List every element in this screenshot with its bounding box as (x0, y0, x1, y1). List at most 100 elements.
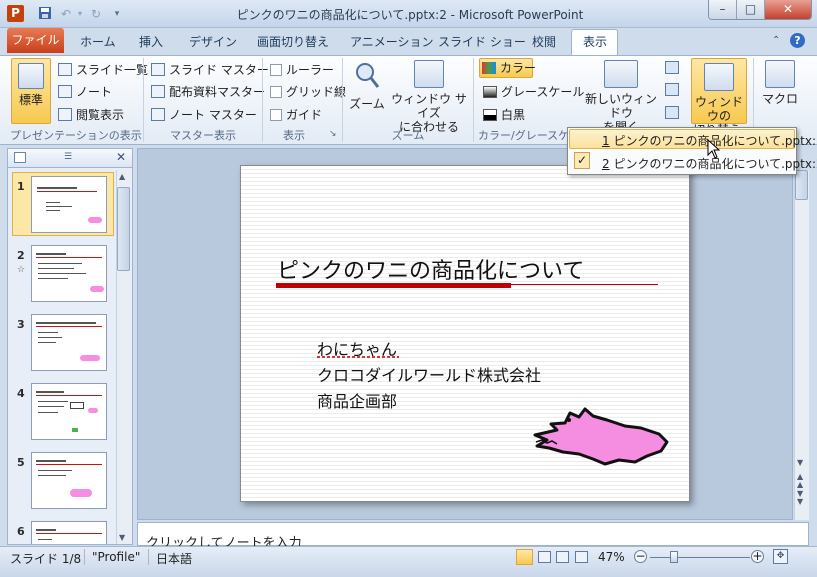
gridlines-label: グリッド線 (286, 85, 347, 99)
normal-view-status-icon[interactable] (516, 549, 533, 565)
reading-view-button[interactable]: 閲覧表示 (58, 106, 124, 123)
slide-thumbnail-4[interactable] (31, 383, 107, 440)
powerpoint-app-icon[interactable]: P (7, 5, 24, 22)
status-separator (148, 549, 149, 565)
tab-animations[interactable]: アニメーション (350, 33, 434, 50)
slide-thumbnail-5[interactable] (31, 452, 107, 509)
notes-page-icon (58, 85, 72, 98)
new-window-button[interactable]: 新しいウィンドウ を開く (582, 60, 660, 134)
zoom-level[interactable]: 47% (598, 550, 625, 564)
save-icon[interactable] (37, 6, 53, 22)
cascade-icon[interactable] (665, 83, 679, 96)
slide-sorter-status-icon[interactable] (538, 551, 551, 563)
subtitle-line-3[interactable]: 商品企画部 (317, 388, 397, 412)
close-button[interactable]: ✕ (765, 0, 811, 19)
scroll-up-icon[interactable]: ▲ (119, 172, 125, 181)
macro-button[interactable]: マクロ (758, 60, 802, 106)
language-indicator[interactable]: 日本語 (156, 550, 192, 567)
notes-master-label: ノート マスター (169, 108, 257, 122)
thumbnail-number: 6 (17, 525, 25, 538)
theme-name: "Profile" (92, 550, 141, 564)
group-separator (342, 58, 343, 142)
notes-page-button[interactable]: ノート (58, 83, 112, 100)
zoom-out-button[interactable]: − (634, 550, 647, 563)
group-label-master-views: マスター表示 (170, 129, 236, 142)
move-split-icon[interactable] (665, 106, 679, 119)
thumbnail-number: 2 (17, 249, 25, 262)
guides-check-box[interactable] (270, 109, 282, 121)
arrange-all-icon[interactable] (665, 61, 679, 74)
slide-title[interactable]: ピンクのワニの商品化について (277, 253, 584, 285)
slide-thumbnail-1[interactable] (31, 176, 107, 233)
reading-view-status-icon[interactable] (556, 551, 569, 563)
normal-view-icon (18, 63, 44, 89)
standard-view-button[interactable]: 標準 (11, 58, 51, 124)
minimize-ribbon-icon[interactable]: ⌃ (772, 35, 780, 46)
pink-crocodile-illustration[interactable] (527, 404, 672, 474)
macro-label: マクロ (761, 92, 798, 106)
outline-tab-icon[interactable]: ☰ (64, 152, 76, 163)
notes-master-button[interactable]: ノート マスター (151, 106, 257, 123)
fit-slide-icon[interactable]: ✥ (773, 549, 788, 564)
slideshow-status-icon[interactable] (575, 551, 588, 563)
close-panel-icon[interactable]: ✕ (116, 150, 126, 164)
slide-master-label: スライド マスター (169, 63, 269, 77)
crocodile-body (533, 407, 669, 466)
group-separator (473, 58, 474, 142)
slide-master-button[interactable]: スライド マスター (151, 61, 269, 78)
tab-transitions[interactable]: 画面切り替え (257, 33, 329, 50)
grayscale-button[interactable]: グレースケール (483, 83, 584, 100)
redo-icon[interactable]: ↻ (88, 6, 104, 22)
subtitle-line-2[interactable]: クロコダイルワールド株式会社 (317, 362, 541, 386)
reading-view-label: 閲覧表示 (76, 108, 125, 122)
previous-slide-icon[interactable]: ▲ ▲ (797, 473, 803, 489)
grayscale-label: グレースケール (501, 85, 585, 99)
tab-file[interactable]: ファイル (7, 28, 64, 53)
slide-thumbnail-3[interactable] (31, 314, 107, 371)
scroll-down-icon[interactable]: ▼ (797, 458, 803, 467)
switch-windows-button[interactable]: ウィンドウの 切り替え▾ (691, 58, 747, 137)
tab-view[interactable]: 表示 (583, 33, 607, 50)
tab-review[interactable]: 校閲 (532, 33, 556, 50)
notes-page-label: ノート (76, 85, 113, 99)
help-icon[interactable]: ? (790, 33, 805, 48)
black-white-icon (483, 109, 497, 121)
zoom-slider-track[interactable] (650, 557, 750, 558)
minimize-button[interactable]: – (709, 0, 737, 19)
color-button[interactable]: カラー (479, 58, 536, 78)
tab-home[interactable]: ホーム (80, 33, 116, 50)
next-slide-icon[interactable]: ▼ ▼ (797, 490, 803, 506)
slide-counter: スライド 1/8 (10, 552, 82, 566)
macro-icon (765, 60, 795, 88)
slides-tab-icon[interactable] (14, 152, 26, 163)
slide-sorter-button[interactable]: スライド一覧 (58, 61, 148, 78)
thumbnail-number: 1 (17, 180, 25, 193)
fit-to-window-label-line1: ウィンドウ サイズ (391, 92, 467, 120)
slide-vertical-scrollbar[interactable] (794, 170, 809, 520)
slides-panel-scroll-thumb[interactable] (117, 187, 130, 271)
fit-to-window-button[interactable]: ウィンドウ サイズ に合わせる (390, 60, 468, 134)
slide-thumbnail-2[interactable] (31, 245, 107, 302)
dialog-launcher-icon[interactable]: ↘ (329, 129, 337, 139)
tab-insert[interactable]: 挿入 (139, 33, 163, 50)
zoom-in-button[interactable]: + (751, 550, 764, 563)
scroll-down-icon[interactable]: ▼ (119, 533, 125, 542)
maximize-button[interactable]: □ (737, 0, 765, 19)
undo-dropdown-icon[interactable]: ▾ (72, 6, 88, 22)
thumbnail-number: 5 (17, 456, 25, 469)
slide-thumbnail-6[interactable] (31, 521, 107, 544)
handout-master-button[interactable]: 配布資料マスター (151, 83, 265, 100)
tab-slideshow[interactable]: スライド ショー (438, 33, 526, 50)
gridlines-checkbox[interactable]: グリッド線 (270, 83, 346, 100)
zoom-slider-knob[interactable] (670, 551, 678, 563)
notes-master-icon (151, 108, 165, 121)
zoom-button[interactable]: ズーム (347, 60, 387, 111)
ruler-check-box[interactable] (270, 64, 282, 76)
tab-design[interactable]: デザイン (189, 33, 237, 50)
ruler-checkbox[interactable]: ルーラー (270, 61, 334, 78)
customize-qat-icon[interactable]: ▾ (109, 6, 125, 22)
guides-checkbox[interactable]: ガイド (270, 106, 322, 123)
floppy-disk-icon (39, 7, 51, 19)
gridlines-check-box[interactable] (270, 86, 282, 98)
black-white-button[interactable]: 白黒 (483, 106, 525, 123)
